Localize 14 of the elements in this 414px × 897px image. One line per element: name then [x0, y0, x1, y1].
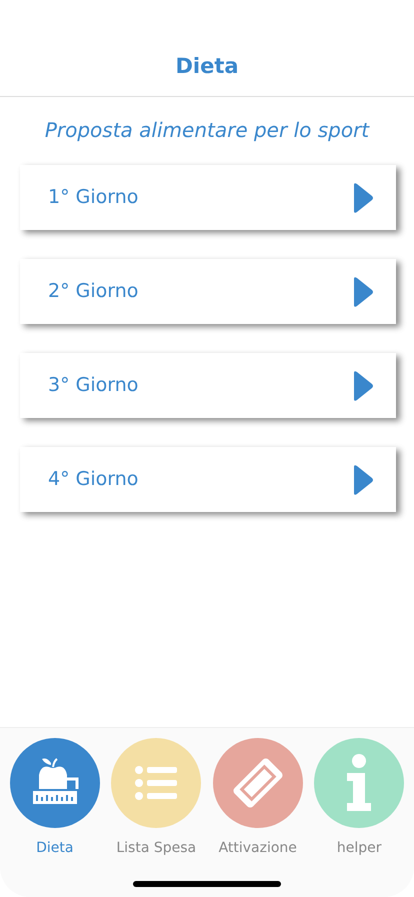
- tab-item[interactable]: helper: [309, 738, 410, 859]
- chevron-right-icon: [352, 370, 374, 402]
- chevron-right-icon: [352, 464, 374, 496]
- tab-item[interactable]: Lista Spesa: [106, 738, 206, 859]
- tab-item[interactable]: Dieta: [4, 738, 105, 859]
- header-title: Dieta: [175, 52, 239, 80]
- chevron-right-icon: [352, 276, 374, 308]
- tab-item[interactable]: Attivazione: [208, 738, 308, 859]
- chevron-right-icon: [352, 182, 374, 214]
- day-item[interactable]: 4° Giorno: [20, 447, 396, 512]
- day-item[interactable]: 3° Giorno: [20, 353, 396, 418]
- day-item[interactable]: 2° Giorno: [20, 259, 396, 324]
- day-item[interactable]: 1° Giorno: [20, 165, 396, 230]
- subtitle: Proposta alimentare per lo sport: [44, 117, 371, 144]
